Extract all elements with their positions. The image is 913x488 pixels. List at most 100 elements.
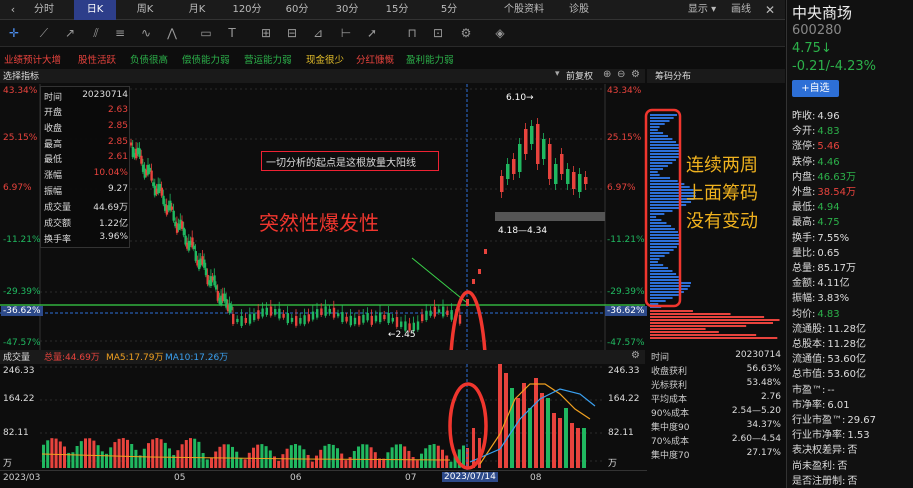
gear-icon[interactable]: ⚙ bbox=[631, 350, 640, 361]
candle-body bbox=[278, 308, 281, 319]
tag-item[interactable]: 分红慷慨 bbox=[356, 52, 394, 66]
tag-item[interactable]: 偿债能力弱 bbox=[182, 52, 230, 66]
chip-bar bbox=[650, 138, 673, 140]
volume-bar bbox=[361, 444, 365, 468]
chip-bar bbox=[650, 162, 673, 164]
candle-body bbox=[560, 154, 564, 174]
volume-bar bbox=[121, 438, 125, 468]
zoom-out-icon[interactable]: ⊖ bbox=[617, 69, 625, 80]
parallel-tool-icon[interactable]: ≡ bbox=[112, 25, 128, 41]
volume-bar bbox=[163, 442, 167, 468]
volume-bar bbox=[113, 442, 117, 468]
polyline-tool-icon[interactable]: ⋀ bbox=[164, 25, 180, 41]
volume-bar bbox=[357, 446, 360, 468]
volume-bar bbox=[168, 448, 171, 468]
tab-intraday[interactable]: 分时 bbox=[24, 0, 64, 20]
candle-body bbox=[345, 316, 348, 322]
crosshair-icon[interactable]: ✛ bbox=[6, 25, 22, 41]
gear-icon[interactable]: ⚙ bbox=[458, 25, 474, 41]
quote-label: 总市值: bbox=[792, 369, 826, 381]
wave-tool-icon[interactable]: ∿ bbox=[138, 25, 154, 41]
chip-bar bbox=[650, 114, 678, 116]
volume-bar bbox=[552, 413, 556, 468]
tab-15min[interactable]: 15分 bbox=[376, 0, 418, 20]
channel-tool-icon[interactable]: ⫽ bbox=[88, 25, 104, 41]
candle-body bbox=[353, 317, 357, 325]
text-tool-icon[interactable]: T bbox=[224, 25, 240, 41]
quote-value: 53.60亿 bbox=[827, 354, 867, 366]
lock-icon[interactable]: ⊡ bbox=[430, 25, 446, 41]
quote-label: 内盘: bbox=[792, 171, 816, 183]
period-tab-bar: 分时 日K 周K 月K 120分 60分 30分 15分 5分 个股资料 诊股 … bbox=[0, 0, 785, 20]
gann-tool-icon[interactable]: ⊞ bbox=[258, 25, 274, 41]
volume-bar bbox=[546, 398, 550, 468]
volume-bar bbox=[138, 455, 142, 468]
chips-header: 筹码分布 bbox=[647, 69, 785, 83]
tab-120min[interactable]: 120分 bbox=[226, 0, 268, 20]
tab-monthly-k[interactable]: 月K bbox=[176, 0, 218, 20]
chip-bar bbox=[650, 319, 780, 321]
tab-company-profile[interactable]: 个股资料 bbox=[498, 0, 550, 20]
tag-item[interactable]: 负债很高 bbox=[130, 52, 168, 66]
draw-line-button[interactable]: 画线 bbox=[726, 0, 756, 20]
chip-bar bbox=[650, 156, 679, 158]
display-menu[interactable]: 显示 ▾ bbox=[680, 0, 724, 20]
volume-bar bbox=[472, 428, 475, 468]
tag-item[interactable]: 现金很少 bbox=[306, 52, 344, 66]
tab-5min[interactable]: 5分 bbox=[428, 0, 470, 20]
quote-value: 29.67 bbox=[847, 415, 877, 426]
candle-body bbox=[536, 124, 540, 164]
candle-body bbox=[379, 312, 382, 323]
candle-body bbox=[446, 310, 449, 316]
adjust-selector[interactable]: 前复权 bbox=[566, 69, 593, 82]
stock-price: 4.75↓ bbox=[792, 41, 832, 56]
tag-item[interactable]: 营运能力弱 bbox=[244, 52, 292, 66]
tag-item[interactable]: 盈利能力弱 bbox=[406, 52, 454, 66]
ruler-tool-icon[interactable]: ⊢ bbox=[338, 25, 354, 41]
candle-body bbox=[257, 310, 260, 319]
candle-body bbox=[506, 164, 510, 179]
volume-bar bbox=[222, 444, 226, 468]
chip-bar bbox=[650, 267, 669, 269]
cycle-tool-icon[interactable]: ⊿ bbox=[310, 25, 326, 41]
candle-body bbox=[374, 315, 378, 322]
quote-value: 11.28亿 bbox=[827, 323, 867, 335]
candle-body bbox=[358, 316, 361, 325]
magnet-icon[interactable]: ⊓ bbox=[404, 25, 420, 41]
chevron-down-icon[interactable]: ▾ bbox=[555, 69, 560, 79]
tag-item[interactable]: 业绩预计大增 bbox=[4, 52, 61, 66]
chip-bar bbox=[650, 331, 719, 333]
quote-label: 跌停: bbox=[792, 156, 816, 168]
fib-tool-icon[interactable]: ⊟ bbox=[284, 25, 300, 41]
add-watchlist-button[interactable]: +自选 bbox=[792, 80, 839, 97]
candle-body bbox=[542, 139, 546, 159]
annotation-line: 连续两周 bbox=[686, 155, 758, 176]
tab-60min[interactable]: 60分 bbox=[276, 0, 318, 20]
candle-body bbox=[140, 155, 143, 164]
gear-icon[interactable]: ⚙ bbox=[631, 69, 640, 80]
chevron-left-icon[interactable]: ‹ bbox=[6, 0, 20, 20]
indicator-selector[interactable]: 选择指标 bbox=[3, 69, 39, 82]
quote-row: 换手: 7.55% bbox=[792, 229, 910, 244]
chip-bar bbox=[650, 255, 665, 257]
chip-bar bbox=[650, 225, 672, 227]
quote-row: 行业市盈™: 29.67 bbox=[792, 411, 910, 426]
candle-body bbox=[182, 227, 186, 236]
tab-30min[interactable]: 30分 bbox=[326, 0, 368, 20]
tab-daily-k[interactable]: 日K bbox=[74, 0, 116, 20]
arrow-tool-icon[interactable]: ➚ bbox=[364, 25, 380, 41]
line-tool-icon[interactable]: ⟋ bbox=[36, 25, 52, 41]
close-icon[interactable]: ✕ bbox=[760, 0, 780, 20]
zoom-in-icon[interactable]: ⊕ bbox=[603, 69, 611, 80]
rectangle-tool-icon[interactable]: ▭ bbox=[198, 25, 214, 41]
chip-bar bbox=[650, 325, 747, 327]
volume-total: 总量:44.69万 bbox=[44, 353, 100, 363]
tab-diagnosis[interactable]: 诊股 bbox=[560, 0, 598, 20]
tab-weekly-k[interactable]: 周K bbox=[124, 0, 166, 20]
volume-chart[interactable] bbox=[0, 364, 647, 470]
volume-bar bbox=[331, 444, 335, 468]
ray-tool-icon[interactable]: ↗ bbox=[62, 25, 78, 41]
volume-bar bbox=[445, 455, 449, 468]
layers-icon[interactable]: ◈ bbox=[492, 25, 508, 41]
tag-item[interactable]: 股性活跃 bbox=[78, 52, 116, 66]
